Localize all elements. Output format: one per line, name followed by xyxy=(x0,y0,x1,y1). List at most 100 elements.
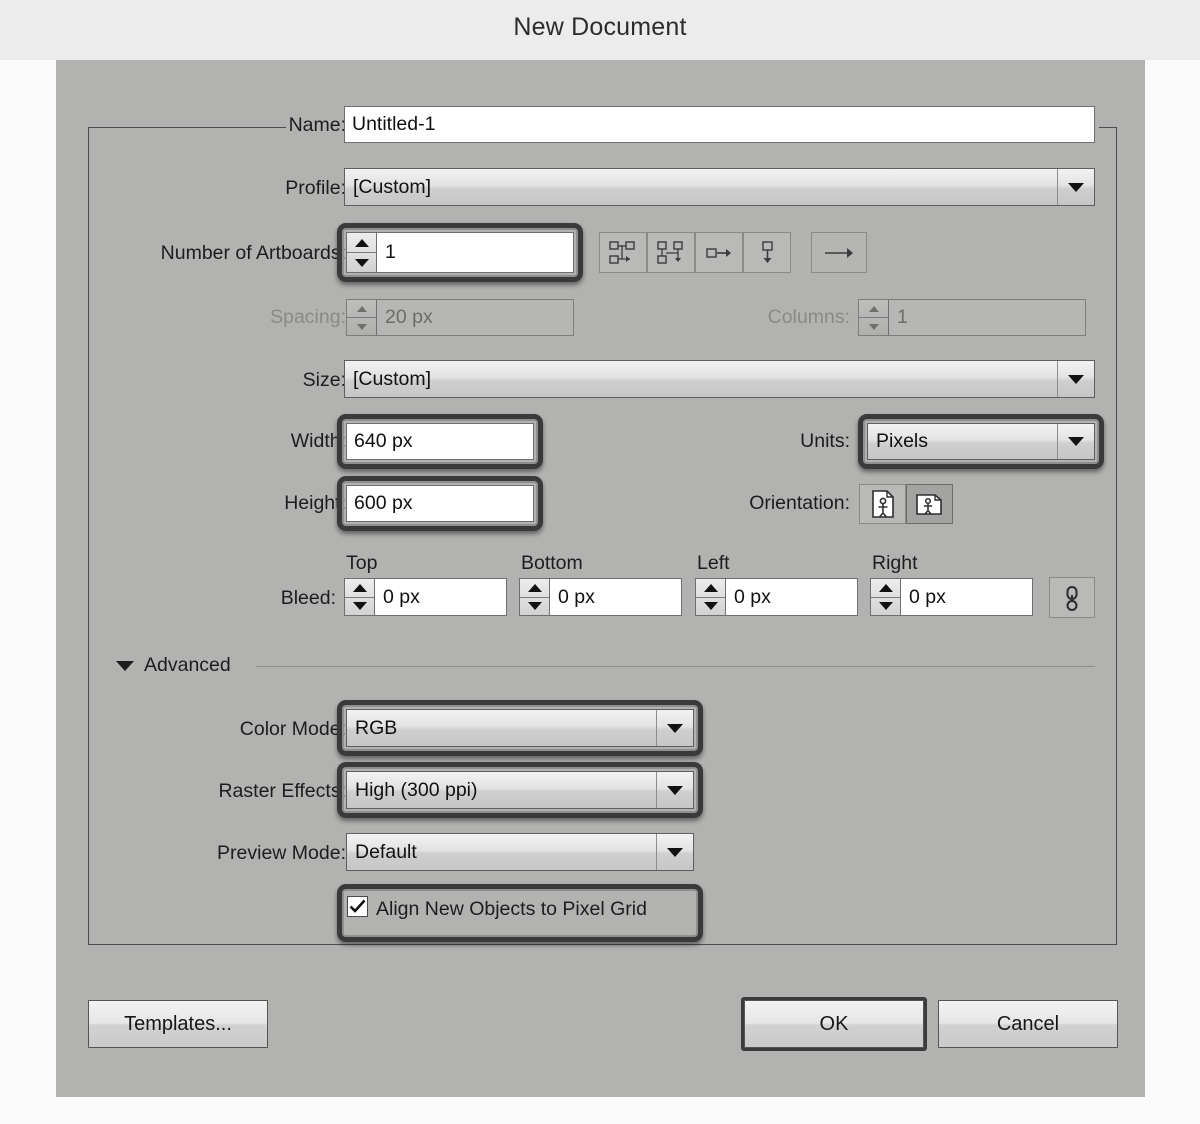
dialog-body: Name: Untitled-1 Profile: [Custom] Numbe… xyxy=(56,60,1145,1097)
stepper-up-icon xyxy=(347,300,376,318)
profile-label: Profile: xyxy=(285,177,346,199)
chevron-down-icon xyxy=(1068,437,1084,446)
bleed-left-input[interactable]: 0 px xyxy=(695,578,858,616)
bleed-left-label: Left xyxy=(697,552,730,574)
align-pixel-grid-checkbox[interactable] xyxy=(347,896,368,917)
stepper-up-icon[interactable] xyxy=(871,579,900,598)
units-dropdown-arrow[interactable] xyxy=(1057,424,1094,459)
raster-effects-dropdown-arrow[interactable] xyxy=(656,772,693,808)
artboard-arrange-by-column-button[interactable] xyxy=(743,232,791,273)
bleed-bottom-value: 0 px xyxy=(558,585,595,608)
preview-mode-dropdown[interactable]: Default xyxy=(346,833,694,871)
spacing-input: 20 px xyxy=(346,299,574,336)
templates-button[interactable]: Templates... xyxy=(88,1000,268,1048)
number-of-artboards-value: 1 xyxy=(385,241,396,263)
checkmark-icon xyxy=(349,899,366,913)
preview-mode-dropdown-arrow[interactable] xyxy=(656,834,693,870)
columns-value: 1 xyxy=(897,306,908,328)
stepper-down-icon[interactable] xyxy=(520,598,549,616)
stepper-down-icon[interactable] xyxy=(345,598,374,616)
orientation-portrait-button[interactable] xyxy=(859,484,906,524)
bleed-bottom-label: Bottom xyxy=(521,552,583,574)
name-input[interactable]: Untitled-1 xyxy=(344,106,1095,143)
stepper-down-icon[interactable] xyxy=(871,598,900,616)
spacing-value: 20 px xyxy=(385,306,433,328)
raster-effects-value: High (300 ppi) xyxy=(355,778,478,801)
width-input[interactable]: 640 px xyxy=(346,423,534,460)
stepper-up-icon[interactable] xyxy=(520,579,549,598)
artboard-direction-arrow-icon xyxy=(825,247,853,258)
orientation-landscape-icon xyxy=(915,494,942,515)
preview-mode-label: Preview Mode: xyxy=(217,842,346,864)
size-dropdown-arrow[interactable] xyxy=(1057,361,1094,397)
bleed-right-input[interactable]: 0 px xyxy=(870,578,1033,616)
dialog-titlebar: New Document xyxy=(0,0,1200,60)
stepper-up-icon[interactable] xyxy=(696,579,725,598)
ok-button[interactable]: OK xyxy=(744,1000,924,1048)
stepper-down-icon xyxy=(347,318,376,335)
stepper-down-icon[interactable] xyxy=(696,598,725,616)
units-label: Units: xyxy=(800,430,850,452)
bleed-bottom-stepper[interactable] xyxy=(520,579,550,615)
artboard-grid-by-column-button[interactable] xyxy=(647,232,695,273)
cancel-button[interactable]: Cancel xyxy=(938,1000,1118,1048)
chevron-down-icon xyxy=(1068,374,1084,384)
bleed-link-chain-icon xyxy=(1066,585,1078,611)
height-label: Height: xyxy=(284,492,346,514)
bleed-top-stepper[interactable] xyxy=(345,579,375,615)
orientation-label: Orientation: xyxy=(749,492,850,514)
size-dropdown[interactable]: [Custom] xyxy=(344,360,1095,398)
stepper-down-icon[interactable] xyxy=(347,253,376,272)
units-value: Pixels xyxy=(876,430,929,452)
artboard-grid-by-row-button[interactable] xyxy=(599,232,647,273)
raster-effects-dropdown[interactable]: High (300 ppi) xyxy=(346,771,694,809)
bleed-left-stepper[interactable] xyxy=(696,579,726,615)
color-mode-label: Color Mode: xyxy=(239,718,346,740)
bleed-right-stepper[interactable] xyxy=(871,579,901,615)
artboard-arrange-by-row-icon xyxy=(706,247,731,258)
artboard-grid-by-row-icon xyxy=(609,240,635,264)
bleed-link-button[interactable] xyxy=(1049,577,1095,618)
profile-dropdown[interactable]: [Custom] xyxy=(344,168,1095,206)
stepper-up-icon[interactable] xyxy=(347,233,376,253)
profile-dropdown-arrow[interactable] xyxy=(1057,169,1094,205)
spacing-label: Spacing: xyxy=(270,306,346,328)
orientation-landscape-button[interactable] xyxy=(906,484,953,524)
bleed-right-label: Right xyxy=(872,552,918,574)
number-of-artboards-stepper[interactable] xyxy=(347,233,377,272)
group-frame-top-left xyxy=(88,127,286,128)
artboard-arrange-by-row-button[interactable] xyxy=(695,232,743,273)
align-pixel-grid-label: Align New Objects to Pixel Grid xyxy=(376,898,647,920)
raster-effects-label: Raster Effects: xyxy=(218,780,346,802)
new-document-dialog-screen: New Document Name: Untitled-1 Profile: [… xyxy=(0,0,1200,1124)
number-of-artboards-input[interactable]: 1 xyxy=(346,232,574,273)
chevron-down-icon xyxy=(667,847,683,857)
advanced-separator xyxy=(256,666,1095,667)
chevron-down-icon xyxy=(667,723,683,733)
orientation-portrait-icon xyxy=(871,490,894,518)
color-mode-dropdown-arrow[interactable] xyxy=(656,710,693,746)
chevron-down-icon xyxy=(1068,182,1084,192)
height-input[interactable]: 600 px xyxy=(346,485,534,522)
bleed-right-value: 0 px xyxy=(909,585,946,608)
bleed-top-value: 0 px xyxy=(383,585,420,608)
artboard-grid-by-column-icon xyxy=(657,240,683,264)
name-label: Name: xyxy=(288,114,346,136)
artboard-direction-button[interactable] xyxy=(811,232,867,273)
stepper-up-icon[interactable] xyxy=(345,579,374,598)
bleed-top-label: Top xyxy=(346,552,378,574)
bleed-label: Bleed: xyxy=(280,587,336,609)
profile-value: [Custom] xyxy=(353,175,432,198)
page-title: New Document xyxy=(513,13,687,41)
columns-stepper xyxy=(859,300,889,335)
size-value: [Custom] xyxy=(353,367,432,390)
advanced-disclosure-toggle[interactable] xyxy=(114,655,136,677)
stepper-up-icon xyxy=(859,300,888,318)
color-mode-dropdown[interactable]: RGB xyxy=(346,709,694,747)
chevron-down-icon xyxy=(667,785,683,795)
group-frame-top-right xyxy=(1099,127,1117,128)
artboard-arrange-by-column-icon xyxy=(762,240,773,263)
units-dropdown[interactable]: Pixels xyxy=(867,423,1095,460)
bleed-bottom-input[interactable]: 0 px xyxy=(519,578,682,616)
bleed-top-input[interactable]: 0 px xyxy=(344,578,507,616)
